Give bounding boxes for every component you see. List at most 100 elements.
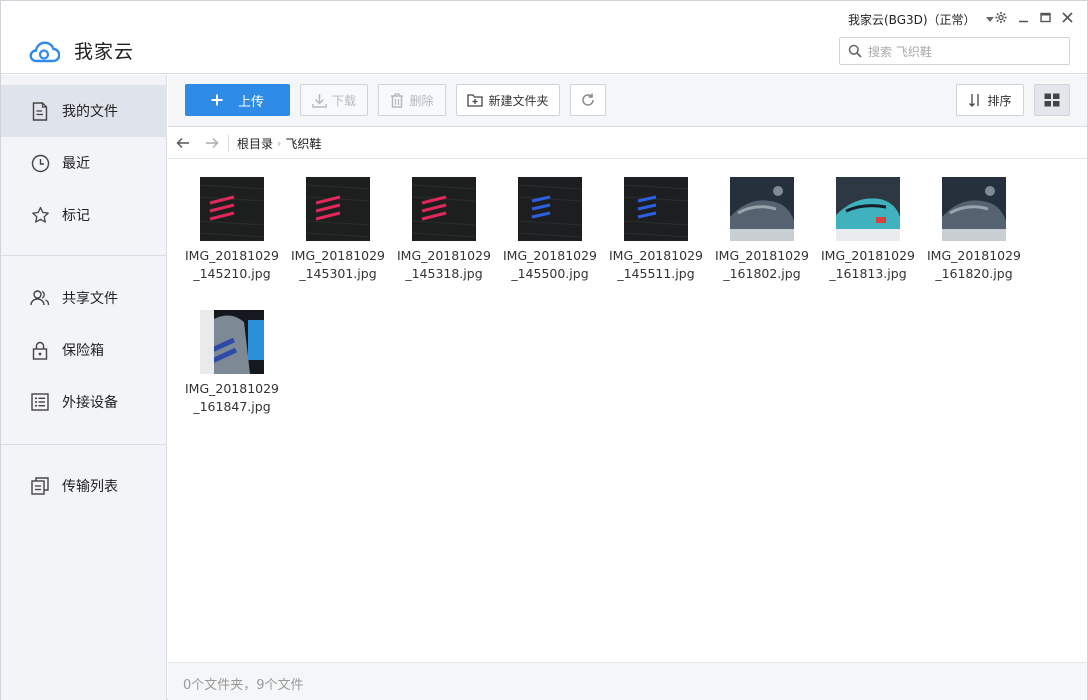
sidebar-item-shared-files[interactable]: 共享文件	[1, 272, 167, 324]
file-thumbnail[interactable]	[942, 177, 1006, 241]
chevron-down-icon	[985, 17, 994, 22]
delete-button[interactable]: 删除	[378, 84, 446, 116]
file-name: IMG_20181029 _161813.jpg	[820, 248, 916, 281]
file-thumbnail[interactable]	[730, 177, 794, 241]
sidebar-divider	[1, 444, 167, 445]
sidebar-item-marked[interactable]: 标记	[1, 189, 167, 241]
search-input[interactable]	[868, 42, 1063, 61]
refresh-icon	[582, 93, 594, 106]
maximize-icon[interactable]	[1039, 10, 1051, 24]
users-icon	[30, 288, 50, 308]
minimize-icon[interactable]	[1017, 10, 1029, 24]
close-icon[interactable]	[1061, 10, 1073, 24]
status-bar: 0个文件夹，9个文件	[168, 662, 1087, 700]
title-bar: 我家云 我家云(BG3D)（正常）	[1, 1, 1087, 74]
sidebar-item-label: 外接设备	[62, 395, 118, 411]
sidebar-divider	[1, 255, 167, 256]
breadcrumb-current: 飞织鞋	[285, 137, 322, 151]
user-account-menu[interactable]: 我家云(BG3D)（正常）	[848, 11, 994, 28]
file-item[interactable]: IMG_20181029 _161802.jpg	[709, 177, 815, 283]
file-thumbnail[interactable]	[200, 177, 264, 241]
file-item[interactable]: IMG_20181029 _145301.jpg	[285, 177, 391, 283]
grid-view-icon	[1044, 93, 1060, 107]
file-item[interactable]: IMG_20181029 _161820.jpg	[921, 177, 1027, 283]
sort-icon	[969, 94, 980, 107]
file-name: IMG_20181029 _145511.jpg	[608, 248, 704, 281]
window-controls	[995, 10, 1073, 24]
clock-icon	[30, 153, 50, 173]
breadcrumb-root[interactable]: 根目录	[237, 135, 273, 152]
refresh-button[interactable]	[570, 84, 606, 116]
file-name: IMG_20181029 _161802.jpg	[714, 248, 810, 281]
file-thumbnail[interactable]	[306, 177, 370, 241]
file-item[interactable]: IMG_20181029 _145210.jpg	[179, 177, 285, 283]
sidebar-item-label: 保险箱	[62, 343, 104, 359]
back-arrow-icon[interactable]	[174, 134, 192, 152]
file-grid: IMG_20181029 _145210.jpg IMG_20181029 _14…	[168, 160, 1087, 662]
breadcrumb-divider	[228, 135, 229, 152]
star-icon	[30, 205, 50, 225]
file-thumbnail[interactable]	[518, 177, 582, 241]
list-icon	[30, 392, 50, 412]
search-icon	[848, 44, 862, 58]
sidebar-item-label: 最近	[62, 156, 90, 172]
sidebar-item-label: 我的文件	[62, 104, 118, 120]
download-label: 下载	[331, 93, 356, 108]
new-folder-button[interactable]: 新建文件夹	[456, 84, 560, 116]
file-name: IMG_20181029 _161820.jpg	[926, 248, 1022, 281]
sort-label: 排序	[987, 93, 1012, 108]
file-item[interactable]: IMG_20181029 _161847.jpg	[179, 310, 285, 416]
app-title: 我家云	[74, 41, 135, 63]
app-window: 我家云 我家云(BG3D)（正常） 搜索 飞织鞋 我的文件 最近 标记 共享文件…	[0, 0, 1088, 700]
lock-icon	[30, 340, 50, 360]
file-item[interactable]: IMG_20181029 _161813.jpg	[815, 177, 921, 283]
file-name: IMG_20181029 _145301.jpg	[290, 248, 386, 281]
sidebar-item-my-files[interactable]: 我的文件	[1, 85, 167, 137]
download-button[interactable]: 下载	[300, 84, 368, 116]
file-name: IMG_20181029 _145500.jpg	[502, 248, 598, 281]
file-name: IMG_20181029 _145210.jpg	[184, 248, 280, 281]
sort-button[interactable]: 排序	[956, 84, 1024, 116]
sidebar-group-storage: 共享文件 保险箱 外接设备	[1, 272, 167, 428]
new-folder-label: 新建文件夹	[488, 93, 549, 108]
cloud-logo-icon	[29, 41, 60, 63]
file-count-status: 0个文件夹，9个文件	[183, 678, 304, 693]
file-item[interactable]: IMG_20181029 _145511.jpg	[603, 177, 709, 283]
upload-button[interactable]: 上传	[185, 84, 290, 116]
sidebar-group-transfer: 传输列表	[1, 460, 167, 512]
download-icon	[312, 93, 327, 108]
file-name: IMG_20181029 _145318.jpg	[396, 248, 492, 281]
sidebar-item-label: 标记	[62, 208, 90, 224]
sidebar: 我的文件 最近 标记 共享文件 保险箱 外接设备 传输列表	[1, 75, 167, 700]
file-thumbnail[interactable]	[624, 177, 688, 241]
sidebar-item-transfer-list[interactable]: 传输列表	[1, 460, 167, 512]
transfer-icon	[30, 476, 50, 496]
forward-arrow-icon[interactable]	[203, 134, 221, 152]
sidebar-item-label: 共享文件	[62, 291, 118, 307]
file-thumbnail[interactable]	[836, 177, 900, 241]
delete-label: 删除	[409, 93, 434, 108]
user-status-label: 我家云(BG3D)（正常）	[848, 13, 976, 27]
plus-icon	[211, 94, 223, 106]
chevron-right-icon: ›	[277, 137, 282, 150]
breadcrumb-bar: 根目录 › 飞织鞋	[168, 128, 1087, 159]
file-icon	[30, 101, 50, 121]
sidebar-item-safe-box[interactable]: 保险箱	[1, 324, 167, 376]
file-name: IMG_20181029 _161847.jpg	[184, 381, 280, 414]
toolbar: 上传 下载 删除 新建文件夹 排序	[168, 75, 1087, 127]
sidebar-item-recent[interactable]: 最近	[1, 137, 167, 189]
grid-view-button[interactable]	[1034, 84, 1070, 116]
sidebar-group-files: 我的文件 最近 标记	[1, 85, 167, 241]
settings-gear-icon[interactable]	[995, 10, 1007, 24]
upload-label: 上传	[237, 94, 264, 110]
file-item[interactable]: IMG_20181029 _145500.jpg	[497, 177, 603, 283]
trash-icon	[391, 92, 404, 108]
search-box[interactable]	[839, 37, 1070, 65]
file-thumbnail[interactable]	[200, 310, 264, 374]
new-folder-icon	[467, 94, 484, 107]
file-item[interactable]: IMG_20181029 _145318.jpg	[391, 177, 497, 283]
breadcrumb: 根目录 › 飞织鞋	[237, 135, 321, 152]
sidebar-item-external-devices[interactable]: 外接设备	[1, 376, 167, 428]
file-thumbnail[interactable]	[412, 177, 476, 241]
sidebar-item-label: 传输列表	[62, 479, 118, 495]
